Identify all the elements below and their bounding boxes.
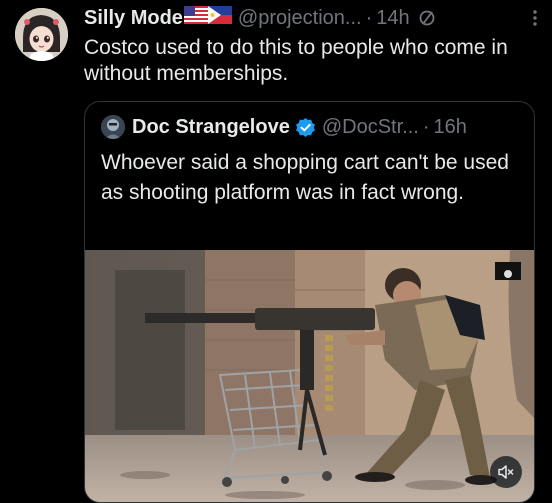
author-name[interactable]: Silly Mode [84, 6, 183, 30]
edited-icon[interactable] [418, 9, 436, 27]
us-flag-icon [183, 6, 208, 30]
quoted-author-avatar[interactable] [101, 115, 125, 139]
dot-separator: · [422, 116, 430, 138]
author-avatar[interactable] [15, 8, 68, 61]
tweet-text: Costco used to do this to people who com… [84, 36, 508, 85]
timestamp[interactable]: 14h [376, 6, 409, 30]
philippines-flag-icon [207, 6, 232, 30]
verified-badge-icon [295, 117, 316, 138]
author-flags [183, 6, 232, 30]
more-icon[interactable] [531, 8, 539, 28]
dot-separator: · [365, 7, 373, 29]
quoted-tweet-card[interactable]: Doc Strangelove @DocStr... · 16h Whoever… [84, 101, 535, 503]
mute-button[interactable] [490, 456, 522, 488]
quoted-tweet-text: Whoever said a shopping cart can't be us… [101, 151, 509, 204]
tweet-header: Silly Mode @projection... · 14h [84, 6, 539, 30]
quoted-tweet-video[interactable] [85, 250, 534, 502]
author-handle[interactable]: @projection... [238, 6, 362, 30]
quoted-timestamp[interactable]: 16h [434, 115, 467, 139]
quoted-tweet-header: Doc Strangelove @DocStr... · 16h [101, 114, 521, 140]
speaker-muted-icon [497, 463, 515, 481]
quoted-author-handle[interactable]: @DocStr... [322, 115, 419, 139]
quoted-author-name[interactable]: Doc Strangelove [132, 115, 290, 139]
